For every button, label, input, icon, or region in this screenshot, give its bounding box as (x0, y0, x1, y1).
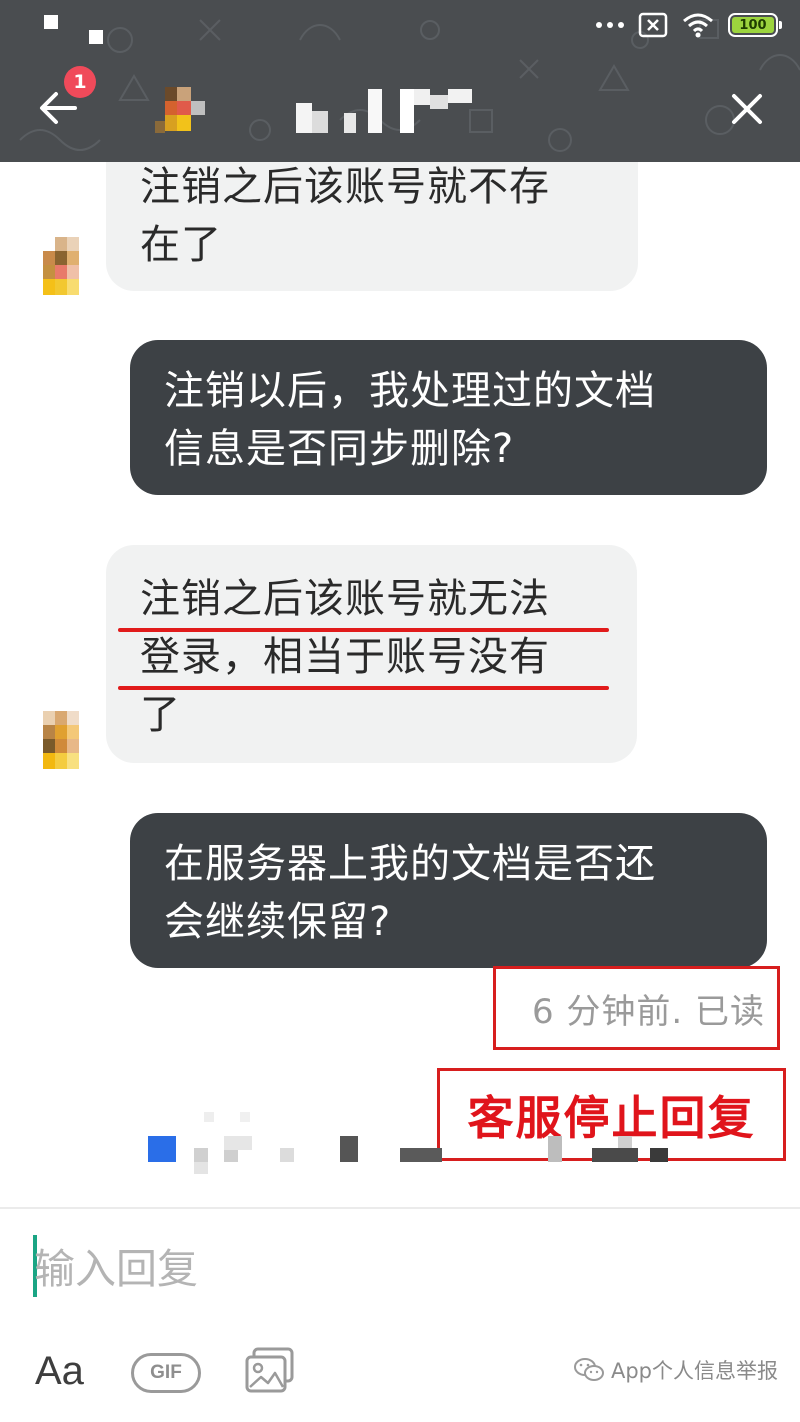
message-text-line-underlined: 登录，相当于账号没有 (118, 628, 609, 690)
battery-level: 100 (732, 17, 774, 33)
message-text-line: 在了 (140, 222, 222, 268)
message-text-line: 注销之后该账号就不存 (140, 164, 550, 210)
message-text-line: 信息是否同步删除? (164, 426, 515, 472)
blurred-text-row (148, 1112, 668, 1174)
blurred-status-pixel (44, 15, 58, 29)
agent-avatar-blurred (43, 711, 79, 769)
message-text-line: 注销以后，我处理过的文档 (164, 368, 656, 414)
sim-x-icon (638, 12, 668, 38)
message-bubble-outgoing: 在服务器上我的文档是否还 会继续保留? (130, 813, 767, 968)
message-text-line: 在服务器上我的文档是否还 (164, 841, 656, 887)
gif-button[interactable]: GIF (131, 1353, 201, 1393)
watermark: App个人信息举报 (573, 1355, 778, 1385)
message-bubble-outgoing: 注销以后，我处理过的文档 信息是否同步删除? (130, 340, 767, 495)
more-dots-icon (596, 22, 624, 28)
read-status: 6 分钟前. 已读 (493, 966, 780, 1050)
message-bubble-incoming: 注销之后该账号就无法 登录，相当于账号没有 了 (106, 545, 637, 763)
contact-name-blurred (296, 89, 472, 133)
status-bar: 100 (0, 0, 800, 50)
image-icon (245, 1347, 294, 1393)
chat-header: 100 1 (0, 0, 800, 162)
message-text-line-underlined: 注销之后该账号就无法 (118, 570, 609, 632)
close-button[interactable] (720, 82, 774, 136)
unread-badge: 1 (64, 66, 96, 98)
message-text-line: 会继续保留? (164, 899, 392, 945)
image-button[interactable] (244, 1347, 296, 1399)
battery-icon: 100 (728, 13, 782, 37)
composer: Aa GIF App个人信息举报 (0, 1209, 800, 1422)
close-icon (732, 94, 762, 124)
wifi-icon (683, 13, 713, 38)
message-bubble-incoming: 注销之后该账号就不存 在了 (106, 162, 638, 291)
reply-input[interactable] (34, 1239, 734, 1299)
wechat-icon (573, 1358, 604, 1381)
agent-avatar-blurred (43, 237, 79, 295)
contact-avatar-blurred[interactable] (153, 87, 213, 137)
watermark-text: App个人信息举报 (610, 1359, 778, 1383)
blurred-status-pixel (89, 30, 103, 44)
message-list[interactable]: 注销之后该账号就不存 在了 注销以后，我处理过的文档 信息是否同步删除? 注销之… (0, 162, 800, 1208)
message-text-line: 了 (140, 692, 181, 738)
status-icons: 100 (596, 10, 782, 40)
text-format-button[interactable]: Aa (35, 1349, 84, 1394)
